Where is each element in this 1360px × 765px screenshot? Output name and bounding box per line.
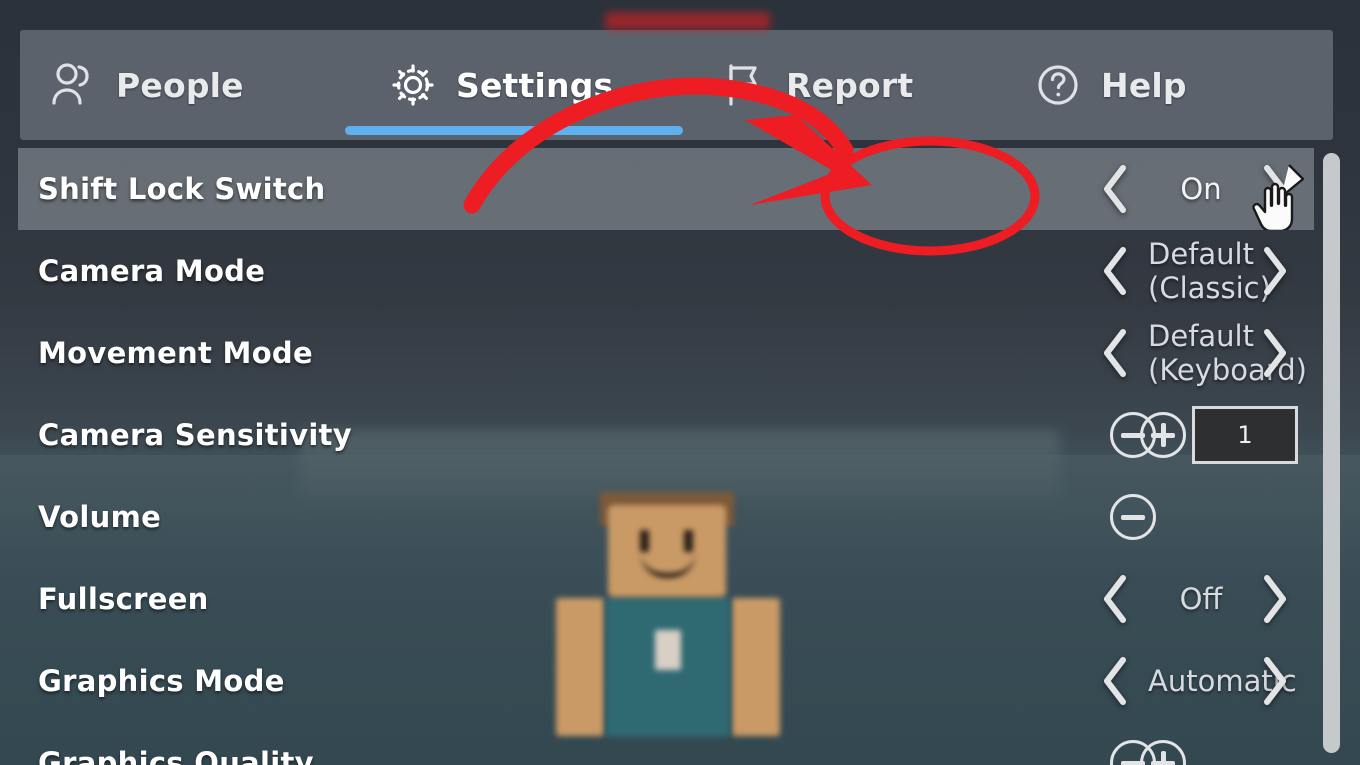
gear-icon bbox=[388, 60, 438, 110]
flag-icon bbox=[718, 60, 768, 110]
row-control: Default (Classic) bbox=[558, 230, 1314, 312]
tab-help-label: Help bbox=[1101, 65, 1187, 105]
chevron-right-icon[interactable] bbox=[1258, 573, 1292, 625]
tab-people-label: People bbox=[116, 65, 244, 105]
chevron-right-icon[interactable] bbox=[1258, 655, 1292, 707]
row-label: Graphics Mode bbox=[38, 664, 285, 698]
settings-row-fullscreen[interactable]: Fullscreen Off bbox=[18, 558, 1314, 640]
row-control: On bbox=[558, 148, 1314, 230]
row-label: Camera Sensitivity bbox=[38, 418, 352, 452]
menu-tab-bar: People Settings Report Help bbox=[20, 30, 1333, 140]
chevron-left-icon[interactable] bbox=[1098, 245, 1132, 297]
row-control bbox=[558, 476, 1314, 558]
minus-bar bbox=[1121, 514, 1145, 520]
row-control: Automatic bbox=[558, 640, 1314, 722]
settings-scrollbar[interactable] bbox=[1323, 153, 1340, 753]
chevron-left-icon[interactable] bbox=[1098, 163, 1132, 215]
row-control: Off bbox=[558, 558, 1314, 640]
top-edge-red-artifact bbox=[605, 12, 770, 30]
settings-row-graphics-mode[interactable]: Graphics Mode Automatic bbox=[18, 640, 1314, 722]
row-label: Movement Mode bbox=[38, 336, 313, 370]
settings-row-shift-lock-switch[interactable]: Shift Lock Switch On bbox=[18, 148, 1314, 230]
row-label: Graphics Quality bbox=[38, 746, 314, 765]
settings-list: Shift Lock Switch On Camera Mode Default… bbox=[18, 148, 1314, 765]
row-value: Default (Keyboard) bbox=[1148, 319, 1307, 387]
row-value: On bbox=[1180, 172, 1222, 206]
chevron-right-icon[interactable] bbox=[1258, 245, 1292, 297]
row-value: Automatic bbox=[1148, 664, 1297, 698]
tab-report[interactable]: Report bbox=[690, 30, 1005, 140]
row-control bbox=[558, 722, 1314, 765]
row-value: Off bbox=[1179, 582, 1223, 616]
row-control: 1 bbox=[558, 394, 1314, 476]
row-label: Fullscreen bbox=[38, 582, 209, 616]
row-value: Default (Classic) bbox=[1148, 237, 1271, 305]
settings-row-movement-mode[interactable]: Movement Mode Default (Keyboard) bbox=[18, 312, 1314, 394]
chevron-left-icon[interactable] bbox=[1098, 655, 1132, 707]
question-icon bbox=[1033, 60, 1083, 110]
settings-row-graphics-quality[interactable]: Graphics Quality bbox=[18, 722, 1314, 765]
active-tab-underline bbox=[345, 126, 683, 135]
plus-bar-vertical bbox=[1160, 423, 1166, 447]
tab-help[interactable]: Help bbox=[1005, 30, 1325, 140]
chevron-left-icon[interactable] bbox=[1098, 573, 1132, 625]
tab-report-label: Report bbox=[786, 65, 914, 105]
settings-row-volume[interactable]: Volume bbox=[18, 476, 1314, 558]
settings-row-camera-sensitivity[interactable]: Camera Sensitivity 1 bbox=[18, 394, 1314, 476]
minus-circle-icon[interactable] bbox=[1110, 494, 1156, 540]
chevron-right-icon[interactable] bbox=[1258, 327, 1292, 379]
tab-people[interactable]: People bbox=[20, 30, 360, 140]
settings-row-camera-mode[interactable]: Camera Mode Default (Classic) bbox=[18, 230, 1314, 312]
tab-settings-label: Settings bbox=[456, 65, 614, 105]
camera-sensitivity-value-box[interactable]: 1 bbox=[1192, 406, 1298, 464]
row-label: Camera Mode bbox=[38, 254, 266, 288]
chevron-left-icon[interactable] bbox=[1098, 327, 1132, 379]
screen: People Settings Report Help Shift Lock S… bbox=[0, 0, 1360, 765]
row-label: Volume bbox=[38, 500, 162, 534]
pointing-hand-cursor bbox=[1252, 164, 1305, 230]
plus-bar-vertical bbox=[1160, 751, 1166, 765]
people-icon bbox=[48, 60, 98, 110]
row-label: Shift Lock Switch bbox=[38, 172, 326, 206]
row-control: Default (Keyboard) bbox=[558, 312, 1314, 394]
tab-settings[interactable]: Settings bbox=[360, 30, 690, 140]
plus-circle-icon[interactable] bbox=[1140, 412, 1186, 458]
